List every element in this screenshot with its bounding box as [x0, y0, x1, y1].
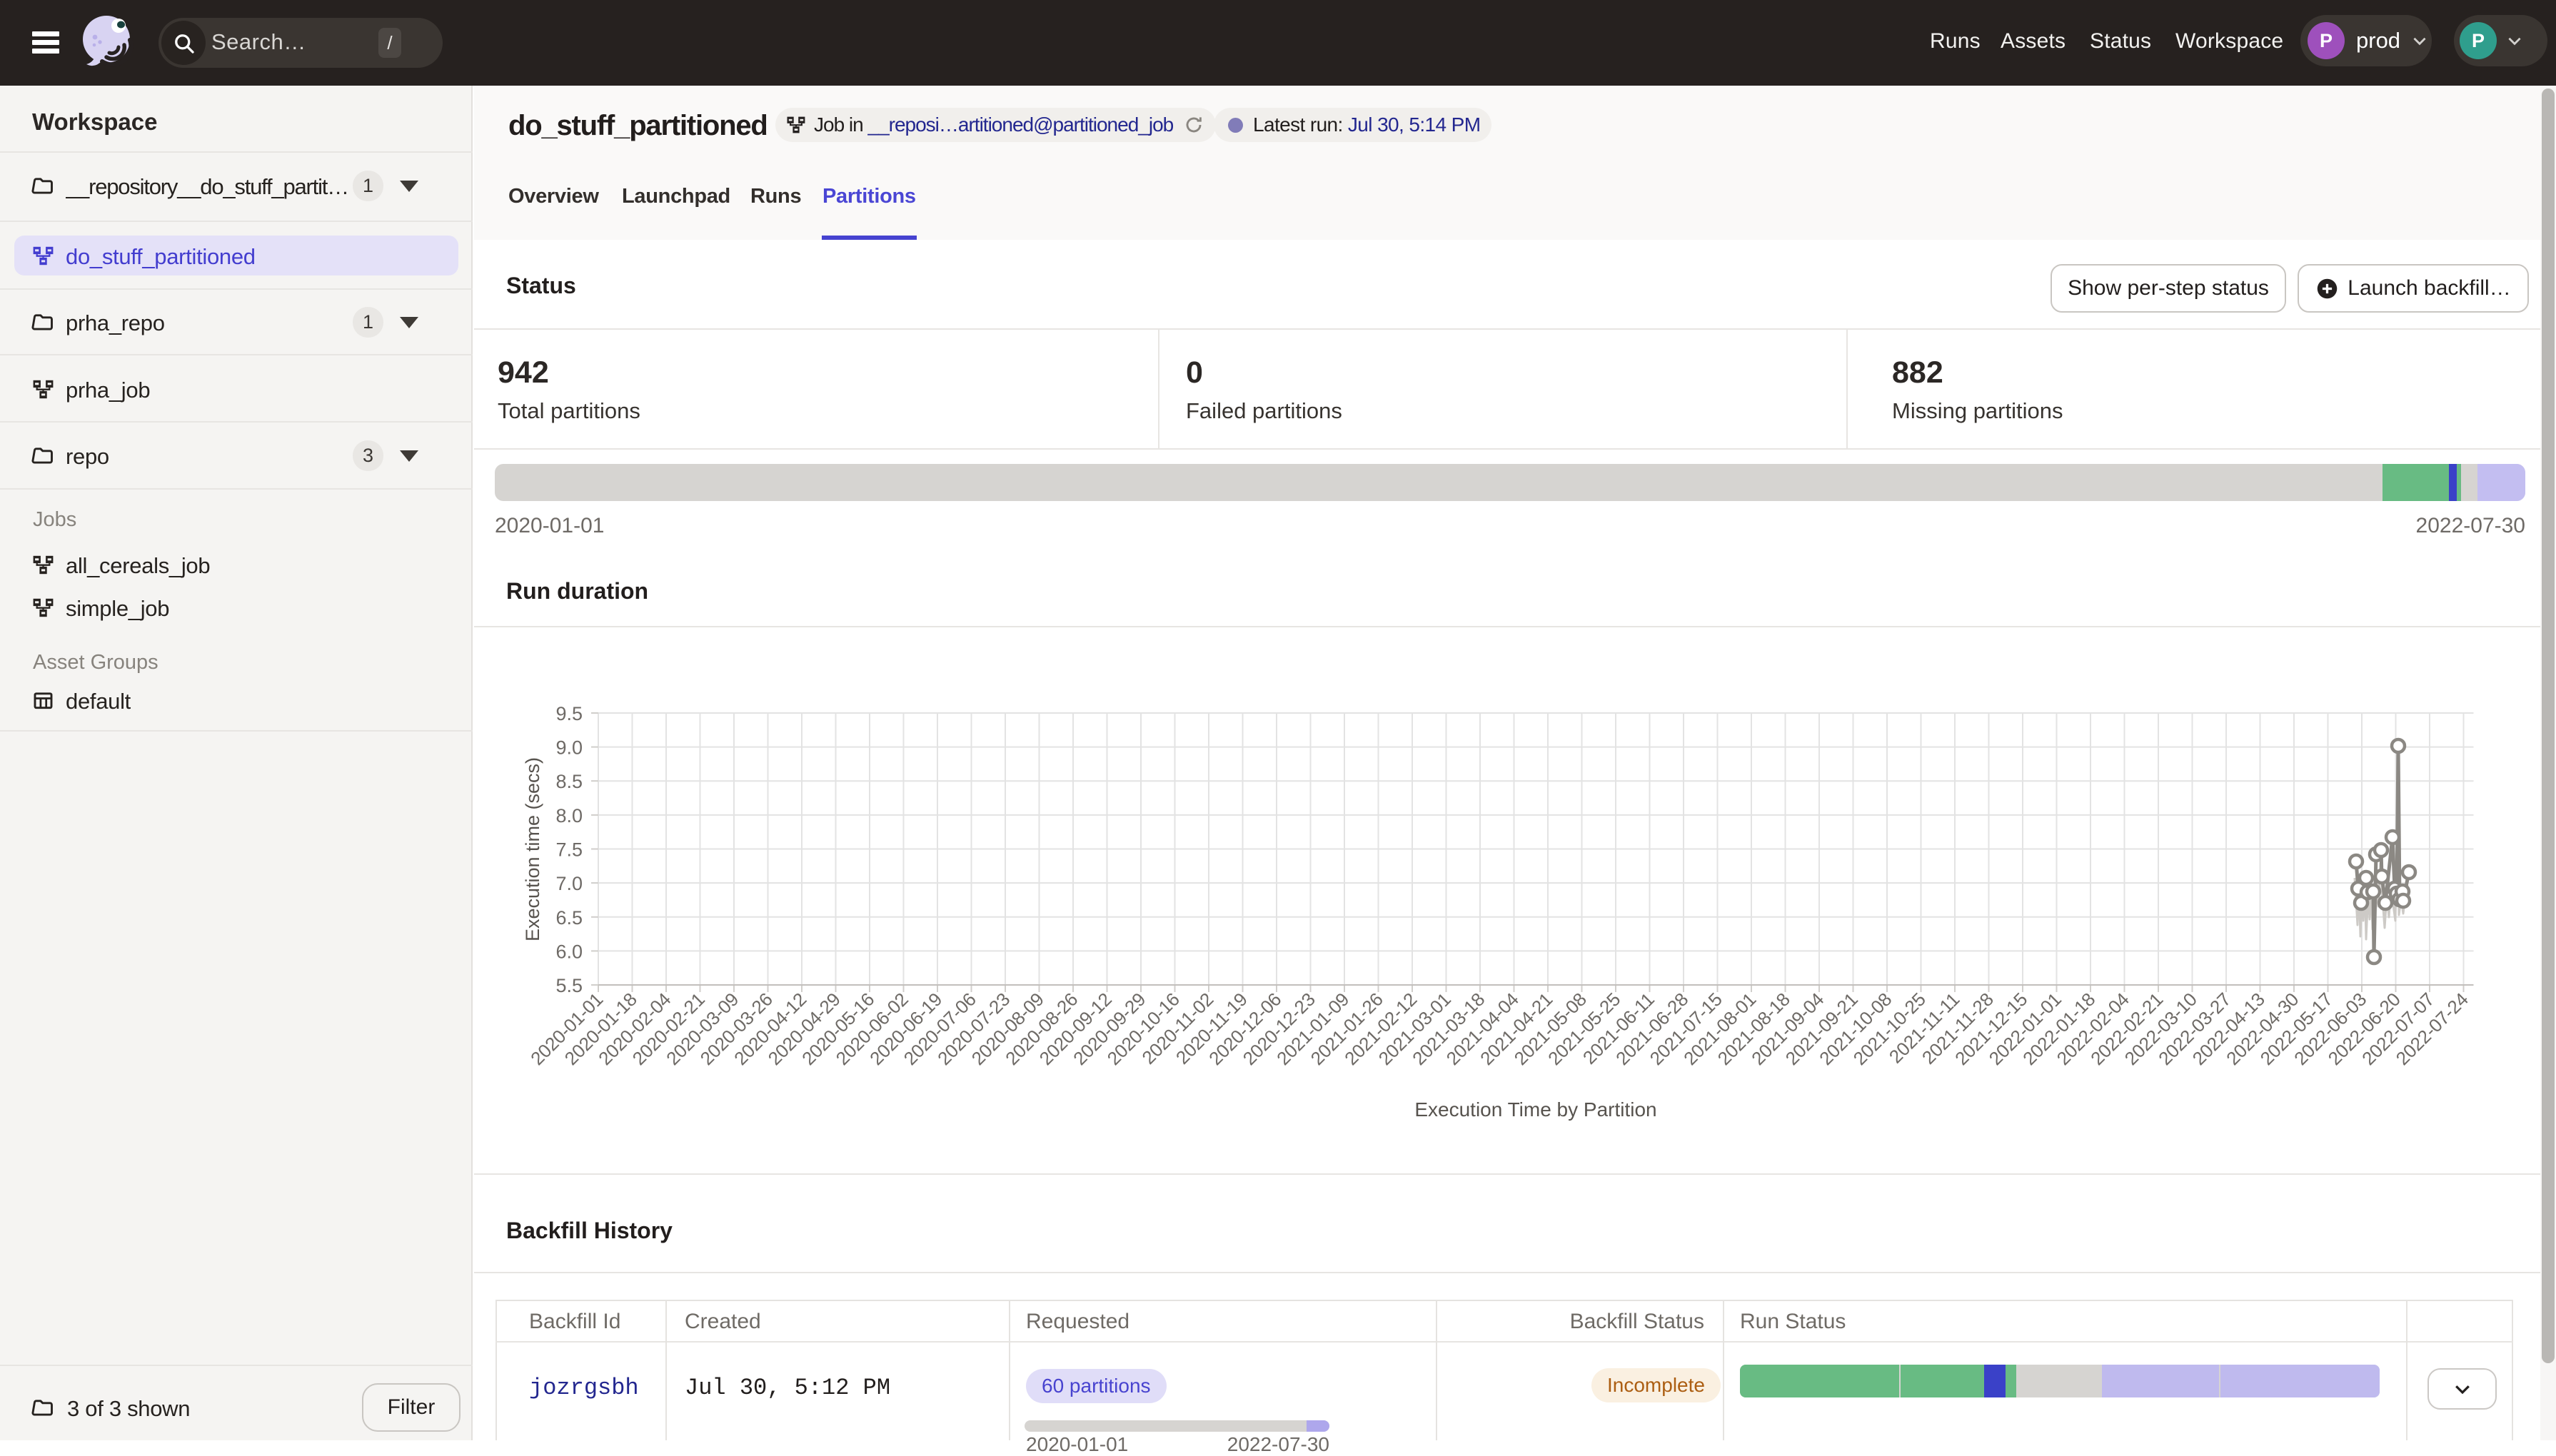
svg-text:6.5: 6.5 [555, 907, 583, 929]
svg-text:7.5: 7.5 [555, 839, 583, 861]
svg-text:6.0: 6.0 [555, 941, 583, 962]
svg-text:5.5: 5.5 [555, 975, 583, 996]
svg-text:Execution time (secs): Execution time (secs) [522, 757, 543, 941]
svg-text:9.0: 9.0 [555, 737, 583, 759]
svg-text:9.5: 9.5 [555, 703, 583, 724]
svg-text:Execution Time by Partition: Execution Time by Partition [1414, 1098, 1656, 1121]
svg-text:8.5: 8.5 [555, 771, 583, 792]
svg-text:8.0: 8.0 [555, 805, 583, 826]
svg-text:7.0: 7.0 [555, 873, 583, 894]
